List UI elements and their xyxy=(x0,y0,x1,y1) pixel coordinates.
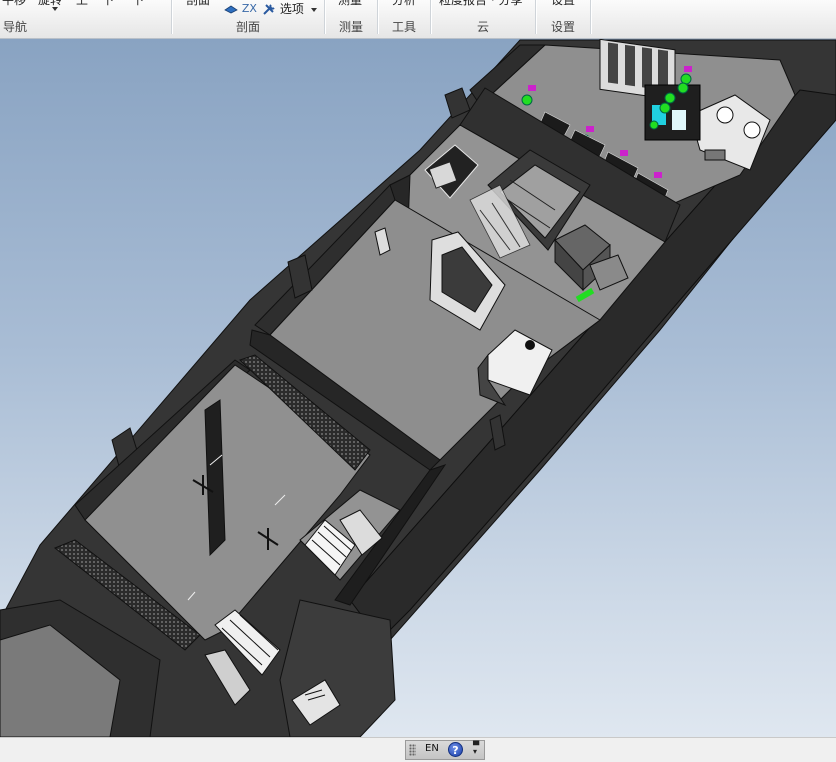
chevron-down-icon[interactable] xyxy=(52,7,58,11)
rotate-button[interactable]: 旋转 xyxy=(38,0,62,8)
share-button[interactable]: 粒度报告 · 分享 xyxy=(439,0,522,8)
ribbon-group-settings: 设置 设置 xyxy=(536,0,590,38)
measure-button[interactable]: 测量 xyxy=(338,0,362,8)
3d-viewport[interactable] xyxy=(0,39,836,737)
drag-handle-icon[interactable] xyxy=(409,744,416,756)
section-plane-icon xyxy=(224,5,238,13)
ribbon-group-label-settings: 设置 xyxy=(550,20,575,34)
annex-block xyxy=(279,599,396,737)
gauge-icon xyxy=(743,121,761,139)
ribbon-group-section: 剖面 ZX 选项 剖面 xyxy=(172,0,324,38)
section-plane-zx-button[interactable]: ZX xyxy=(224,1,257,15)
tools-icon xyxy=(263,4,275,15)
gauge-icon xyxy=(716,106,734,124)
section-plane-label: ZX xyxy=(241,2,257,15)
dial-icon xyxy=(525,340,535,350)
ribbon-group-measure: 测量 测量 xyxy=(325,0,377,38)
language-indicator[interactable]: EN xyxy=(425,743,439,754)
status-bar: EN ? ▀ ▾ xyxy=(0,737,836,762)
ribbon-group-cloud: 粒度报告 · 分享 云 xyxy=(431,0,535,38)
building-model[interactable] xyxy=(0,39,836,737)
view-down-button-2[interactable]: 下 xyxy=(132,0,144,8)
section-options-button[interactable]: 选项 xyxy=(262,0,317,17)
pan-button[interactable]: 平移 xyxy=(2,0,26,8)
section-button[interactable]: 剖面 xyxy=(186,0,210,8)
analyze-button[interactable]: 分析 xyxy=(392,0,416,8)
settings-button[interactable]: 设置 xyxy=(551,0,575,8)
chevron-down-icon xyxy=(310,7,317,12)
ribbon-group-label-measure: 测量 xyxy=(338,20,363,34)
language-bar-options-icon[interactable]: ▀ ▾ xyxy=(473,742,479,756)
help-icon[interactable]: ? xyxy=(448,742,463,757)
ribbon-toolbar: 平移 旋转 上 下 下 导航 剖面 ZX 选项 剖面 测量 测量 分析 工具 粒… xyxy=(0,0,836,39)
ribbon-group-navigation: 平移 旋转 上 下 下 导航 xyxy=(0,0,170,38)
ribbon-group-tools: 分析 工具 xyxy=(378,0,430,38)
view-up-button[interactable]: 上 xyxy=(76,0,88,8)
ribbon-group-label-section: 剖面 xyxy=(235,20,260,34)
ribbon-group-label-tools: 工具 xyxy=(391,20,416,34)
ribbon-separator xyxy=(590,0,591,34)
language-bar[interactable]: EN ? ▀ ▾ xyxy=(405,740,485,760)
ribbon-group-label-cloud: 云 xyxy=(476,20,489,34)
section-options-label: 选项 xyxy=(279,2,304,16)
ribbon-group-label-navigation: 导航 xyxy=(3,20,28,34)
view-down-button[interactable]: 下 xyxy=(102,0,114,8)
